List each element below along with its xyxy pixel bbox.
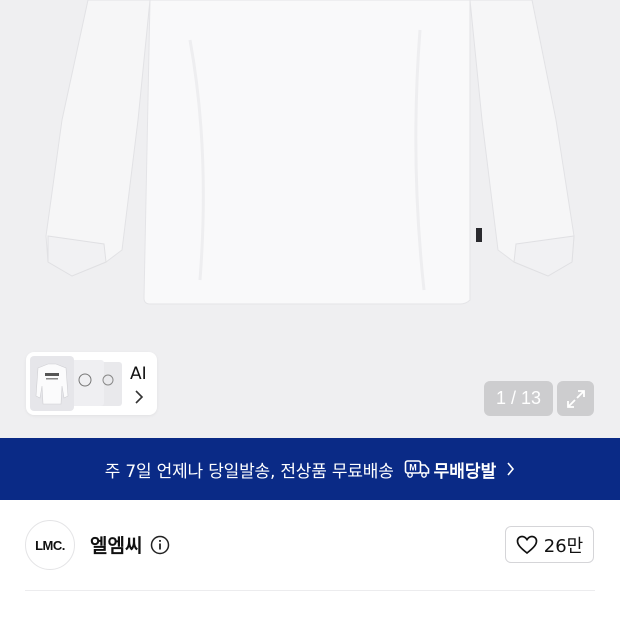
promo-badge: M 무배당발	[404, 457, 497, 482]
like-count: 26만	[543, 535, 584, 557]
chevron-right-icon	[135, 390, 144, 404]
expand-image-button[interactable]	[557, 381, 594, 416]
chevron-right-icon	[507, 462, 515, 476]
expand-icon	[566, 389, 585, 408]
promo-badge-label: 무배당발	[433, 461, 497, 482]
promo-chevron	[506, 462, 515, 476]
delivery-truck-icon: M	[404, 460, 429, 478]
like-button[interactable]: 26만	[505, 526, 594, 563]
image-page-counter: 1 / 13	[484, 381, 553, 416]
info-icon[interactable]	[150, 535, 170, 555]
thumbnail-label: AI	[130, 364, 147, 384]
ai-thumbnail-card[interactable]: AI	[26, 352, 157, 415]
section-divider	[25, 590, 595, 591]
brand-logo-text: LMC.	[35, 537, 65, 553]
heart-icon	[516, 535, 538, 554]
promo-text: 주 7일 언제나 당일발송, 전상품 무료배송	[104, 461, 394, 482]
truck-letter: M	[409, 463, 417, 473]
product-image-gallery[interactable]: AI 1 / 13	[0, 0, 620, 438]
brand-name[interactable]: 엘엠씨	[90, 531, 142, 558]
free-shipping-banner[interactable]: 주 7일 언제나 당일발송, 전상품 무료배송 M 무배당발	[0, 438, 620, 500]
brand-logo[interactable]: LMC.	[25, 520, 75, 570]
thumbnail-images	[30, 356, 122, 411]
